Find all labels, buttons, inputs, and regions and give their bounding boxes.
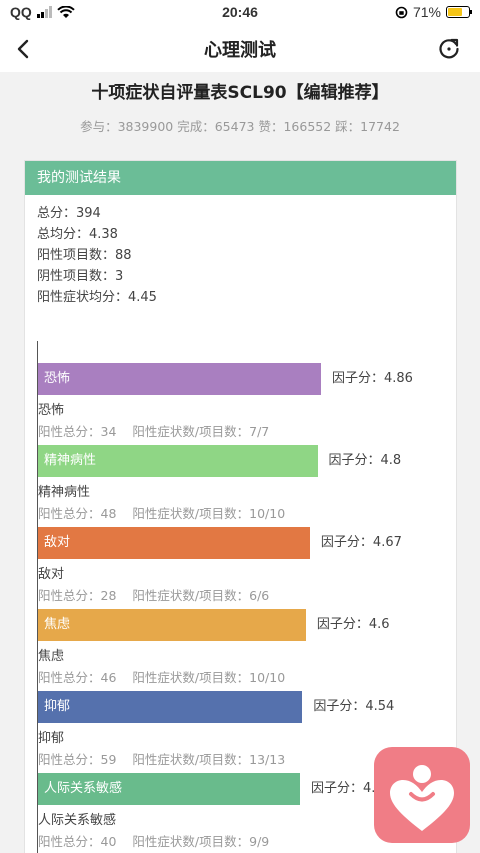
factor-bar-label: 精神病性 [44,453,97,468]
battery-percent: 71% [412,4,441,20]
factor-positive-total: 阳性总分：34 [38,424,117,439]
summary-total-score: 总分：394 [37,206,101,221]
factor-name: 精神病性 [38,485,91,500]
factor-name: 恐怖 [38,403,65,418]
summary-negative-count: 阴性项目数：3 [37,269,124,284]
factor-name: 人际关系敏感 [38,813,117,828]
battery-level [448,8,463,16]
factor-positive-ratio: 阳性症状数/项目数：13/13 [132,752,286,767]
factor-positive-ratio: 阳性症状数/项目数：10/10 [132,506,286,521]
factor-detail: 阳性总分：46 阳性症状数/项目数：10/10 [38,667,285,686]
factor-positive-total: 阳性总分：48 [38,506,117,521]
factor-score: 因子分：4.6 [316,617,390,632]
factor-positive-ratio: 阳性症状数/项目数：10/10 [132,670,286,685]
factor-detail: 阳性总分：59 阳性症状数/项目数：13/13 [38,749,285,768]
factor-score: 因子分：4.5 [311,781,384,796]
factor-bar-label: 人际关系敏感 [44,781,123,796]
result-summary: 总分：394 总均分：4.38 阳性项目数：88 阴性项目数：3 阳性症状均分：… [25,195,456,308]
factor-detail: 阳性总分：40 阳性症状数/项目数：9/9 [38,831,269,850]
factor-bar: 精神病性 [38,445,318,477]
factor-row: 焦虑 因子分：4.6 焦虑阳性总分：46 阳性症状数/项目数：10/10 [37,609,457,691]
factor-bar: 敌对 [38,527,310,559]
battery-icon [446,6,472,18]
factor-bar-label: 恐怖 [44,371,71,386]
app-logo-button[interactable] [374,747,470,843]
factor-score: 因子分：4.86 [332,371,413,386]
factor-positive-ratio: 阳性症状数/项目数：9/9 [132,834,270,849]
refresh-icon[interactable] [436,36,462,62]
summary-average-score: 总均分：4.38 [37,227,118,242]
factor-name: 敌对 [38,567,65,582]
factor-detail: 阳性总分：28 阳性症状数/项目数：6/6 [38,585,269,604]
rotation-lock-icon [395,6,408,18]
factor-score: 因子分：4.8 [328,453,402,468]
factor-row: 恐怖 因子分：4.86 恐怖阳性总分：34 阳性症状数/项目数：7/7 [37,363,457,445]
factor-name: 焦虑 [38,649,65,664]
factor-bar: 人际关系敏感 [38,773,301,805]
factor-bar: 恐怖 [38,363,321,395]
factor-name: 抑郁 [38,731,65,746]
factor-score: 因子分：4.67 [320,535,402,550]
status-right: 71% [395,4,472,20]
factor-positive-ratio: 阳性症状数/项目数：7/7 [132,424,270,439]
factor-detail: 阳性总分：34 阳性症状数/项目数：7/7 [38,421,269,440]
factor-row: 敌对 因子分：4.67 敌对阳性总分：28 阳性症状数/项目数：6/6 [37,527,457,609]
factor-bar-label: 焦虑 [44,617,71,632]
factor-detail: 阳性总分：48 阳性症状数/项目数：10/10 [38,503,285,522]
factor-positive-total: 阳性总分：28 [38,588,117,603]
summary-positive-average: 阳性症状均分：4.45 [37,290,157,305]
status-bar: QQ 20:46 71% [0,0,480,26]
factor-bar: 焦虑 [38,609,306,641]
factor-positive-total: 阳性总分：40 [38,834,117,849]
factor-bar-label: 抑郁 [44,699,71,714]
factor-positive-total: 阳性总分：59 [38,752,117,767]
factor-positive-ratio: 阳性症状数/项目数：6/6 [132,588,270,603]
summary-positive-count: 阳性项目数：88 [37,248,132,263]
test-title: 十项症状自评量表SCL90【编辑推荐】 [91,83,389,103]
factor-row: 精神病性 因子分：4.8 精神病性阳性总分：48 阳性症状数/项目数：10/10 [37,445,457,527]
factor-positive-total: 阳性总分：46 [38,670,117,685]
factor-bar-label: 敌对 [44,535,71,550]
heart-person-icon [390,765,454,831]
test-stats: 参与：3839900 完成：65473 赞：166552 踩：17742 [80,119,400,134]
nav-bar: 心理测试 [0,26,480,72]
factor-score: 因子分：4.54 [313,699,395,714]
page-title: 心理测试 [204,40,276,61]
result-header: 我的测试结果 [25,161,456,195]
factor-bar: 抑郁 [38,691,303,723]
